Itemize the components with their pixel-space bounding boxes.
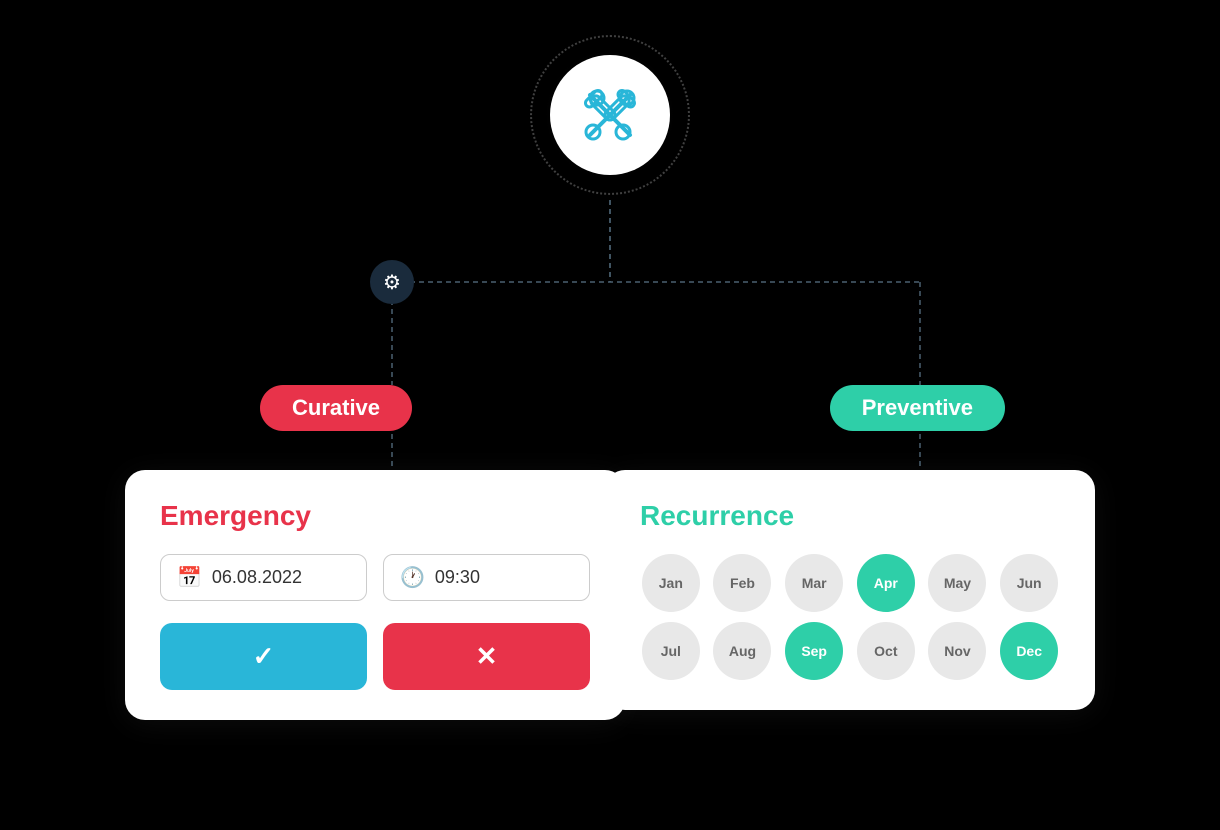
tools-icon [575,80,645,150]
preventive-label: Preventive [830,385,1005,431]
month-chip-mar[interactable]: Mar [785,554,843,612]
emergency-buttons: ✓ ✕ [160,623,590,690]
month-chip-feb[interactable]: Feb [713,554,771,612]
month-chip-aug[interactable]: Aug [713,622,771,680]
month-chip-apr[interactable]: Apr [857,554,915,612]
cancel-button[interactable]: ✕ [383,623,590,690]
month-chip-jan[interactable]: Jan [642,554,700,612]
curative-label: Curative [260,385,412,431]
emergency-inputs: 📅 06.08.2022 🕐 09:30 [160,554,590,601]
diagram-container: ⚙ Curative Preventive Emergency 📅 06.08.… [60,25,1160,805]
time-field[interactable]: 🕐 09:30 [383,554,590,601]
month-chip-may[interactable]: May [928,554,986,612]
gear-node: ⚙ [370,260,414,304]
clock-icon: 🕐 [400,565,425,590]
date-value: 06.08.2022 [212,567,302,588]
month-chip-oct[interactable]: Oct [857,622,915,680]
recurrence-card: Recurrence JanFebMarAprMayJun JulAugSepOc… [605,470,1095,710]
month-chip-sep[interactable]: Sep [785,622,843,680]
emergency-title: Emergency [160,500,590,532]
recurrence-title: Recurrence [640,500,1060,532]
months-grid: JanFebMarAprMayJun JulAugSepOctNovDec [640,554,1060,680]
top-circle-inner [550,55,670,175]
month-chip-jul[interactable]: Jul [642,622,700,680]
cancel-icon: ✕ [476,641,498,672]
confirm-icon: ✓ [253,641,275,672]
month-chip-dec[interactable]: Dec [1000,622,1058,680]
top-circle-outer [530,35,690,195]
top-icon-wrapper [530,35,690,195]
time-value: 09:30 [435,567,480,588]
date-field[interactable]: 📅 06.08.2022 [160,554,367,601]
confirm-button[interactable]: ✓ [160,623,367,690]
gear-icon: ⚙ [383,270,401,295]
emergency-card: Emergency 📅 06.08.2022 🕐 09:30 ✓ ✕ [125,470,625,720]
calendar-icon: 📅 [177,565,202,590]
month-chip-nov[interactable]: Nov [928,622,986,680]
month-chip-jun[interactable]: Jun [1000,554,1058,612]
